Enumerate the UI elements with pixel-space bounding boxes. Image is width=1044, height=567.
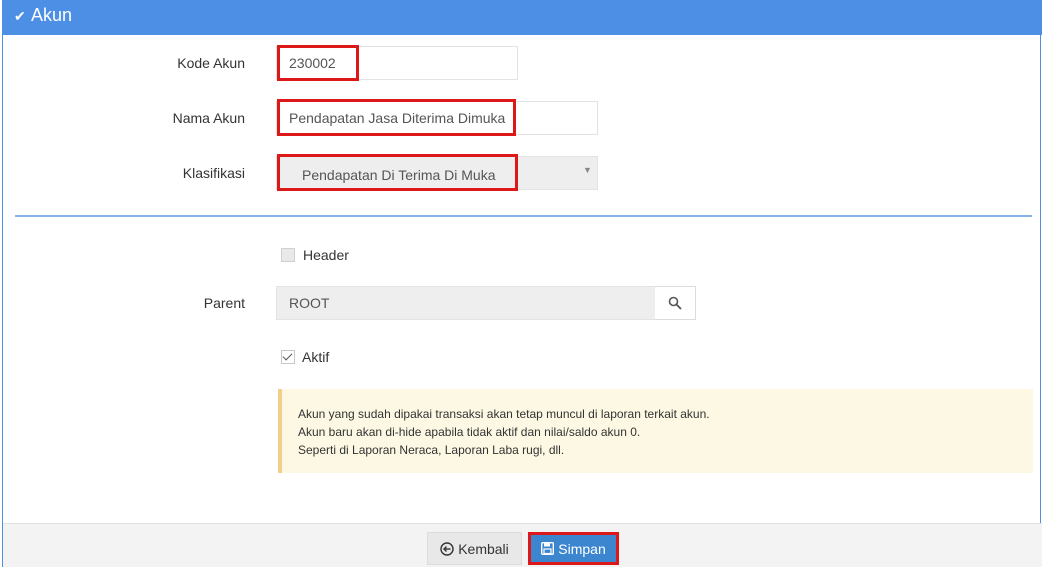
nama-akun-label: Nama Akun xyxy=(172,110,245,126)
header-checkbox[interactable] xyxy=(281,248,295,262)
header-label: Header xyxy=(303,247,349,263)
kode-akun-highlight xyxy=(277,45,359,81)
back-button-label: Kembali xyxy=(458,540,509,557)
kode-akun-label: Kode Akun xyxy=(177,55,245,71)
form-footer: Kembali Simpan xyxy=(3,523,1042,567)
arrow-left-circle-icon xyxy=(440,541,454,556)
nama-akun-highlight xyxy=(277,99,516,136)
parent-search-button[interactable] xyxy=(655,286,696,320)
account-form-panel: ✔ Akun Kode Akun 230002 Nama Akun Pendap… xyxy=(2,0,1042,567)
form-divider xyxy=(15,215,1032,217)
check-icon: ✔ xyxy=(14,8,26,24)
aktif-checkbox[interactable] xyxy=(281,350,295,364)
chevron-down-icon: ▼ xyxy=(583,165,592,175)
search-icon xyxy=(668,296,682,310)
info-line: Akun yang sudah dipakai transaksi akan t… xyxy=(298,407,710,421)
floppy-disk-icon xyxy=(541,542,555,555)
save-button[interactable]: Simpan xyxy=(528,532,619,565)
panel-title: Akun xyxy=(31,5,73,25)
info-line: Seperti di Laporan Neraca, Laporan Laba … xyxy=(298,443,565,457)
klasifikasi-highlight xyxy=(277,154,518,191)
panel-header: ✔ Akun xyxy=(3,0,1042,35)
parent-label: Parent xyxy=(203,295,245,311)
info-line: Akun baru akan di-hide apabila tidak akt… xyxy=(298,425,641,439)
parent-input[interactable]: ROOT xyxy=(276,286,656,320)
save-button-label: Simpan xyxy=(558,540,606,557)
info-alert: Akun yang sudah dipakai transaksi akan t… xyxy=(278,389,1033,473)
back-button[interactable]: Kembali xyxy=(427,532,522,565)
parent-value: ROOT xyxy=(289,295,330,311)
aktif-label: Aktif xyxy=(302,349,330,365)
klasifikasi-label: Klasifikasi xyxy=(182,165,245,181)
